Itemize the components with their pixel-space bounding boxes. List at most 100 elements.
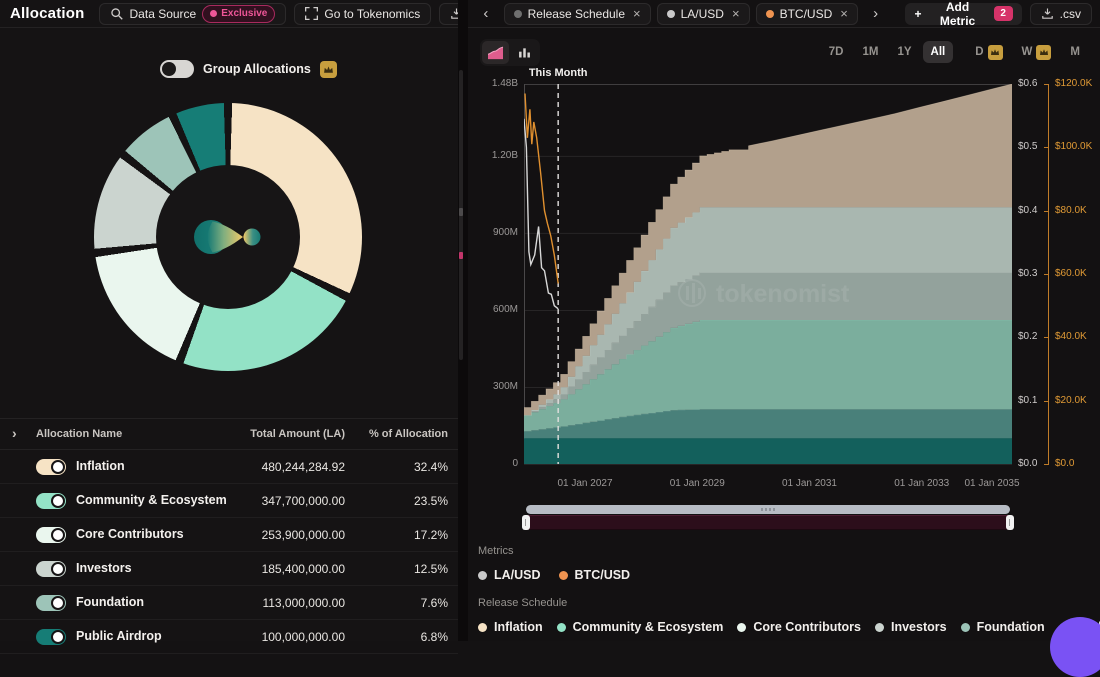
y-axis-tick: 1.48B: [468, 78, 518, 90]
interval-button-w[interactable]: W: [1014, 41, 1060, 63]
data-source-button[interactable]: Data Source Exclusive: [99, 3, 287, 25]
btc-axis-tick: $100.0K: [1055, 141, 1092, 153]
allocation-visibility-toggle[interactable]: [36, 527, 66, 543]
range-button-all[interactable]: All: [923, 41, 954, 63]
allocation-amount: 113,000,000.00: [262, 596, 345, 610]
line-la-usd: [524, 119, 558, 309]
allocation-name: Community & Ecosystem: [76, 493, 227, 507]
btc-axis-tick-mark: [1044, 147, 1049, 148]
interval-button-d[interactable]: D: [967, 41, 1010, 63]
allocation-visibility-toggle[interactable]: [36, 493, 66, 509]
crown-icon: [1036, 45, 1051, 60]
allocation-percent: 7.6%: [421, 596, 448, 610]
btc-axis-tick-mark: [1044, 401, 1049, 402]
y-axis-tick: 600M: [468, 304, 518, 316]
release-schedule-legend: Inflation Community & Ecosystem Core Con…: [478, 620, 1100, 634]
slider-handle-left[interactable]: [522, 515, 530, 530]
this-month-annotation: This Month: [508, 67, 608, 79]
interval-button-m[interactable]: M: [1062, 41, 1088, 63]
y-axis-tick: 1.20B: [468, 150, 518, 162]
legend-item-la-usd[interactable]: LA/USD: [478, 568, 541, 582]
release-schedule-chart[interactable]: tokenomist This Month 1.48B1.20B900M600M…: [468, 70, 1100, 500]
table-row-core-contributors[interactable]: Core Contributors 253,900,000.00 17.2%: [0, 518, 458, 552]
panel-divider[interactable]: [458, 0, 468, 641]
allocation-visibility-toggle[interactable]: [36, 629, 66, 645]
chart-type-group: [480, 39, 540, 66]
allocation-amount: 253,900,000.00: [262, 528, 345, 542]
metric-dot-icon: [514, 10, 522, 18]
tabs-scroll-left-button[interactable]: ‹: [476, 3, 496, 25]
expand-rows-icon[interactable]: ›: [12, 426, 17, 440]
time-range-slider[interactable]: [526, 505, 1010, 530]
range-button-1m[interactable]: 1M: [854, 41, 886, 63]
token-logo-icon: [186, 213, 270, 261]
tabs-scroll-right-button[interactable]: ›: [866, 3, 886, 25]
metric-dot-icon: [667, 10, 675, 18]
metric-tabs-bar: ‹ Release Schedule × LA/USD × BTC/USD × …: [468, 0, 1100, 28]
legend-dot-icon: [737, 623, 746, 632]
go-to-tokenomics-button[interactable]: Go to Tokenomics: [294, 3, 431, 25]
area-chart-icon: [487, 45, 504, 60]
x-axis-tick: 01 Jan 2035: [947, 478, 1037, 489]
chart-controls: 7D1M1YAll DWM: [468, 37, 1100, 67]
allocation-visibility-toggle[interactable]: [36, 561, 66, 577]
metrics-legend: LA/USD BTC/USD: [478, 568, 630, 582]
legend-item-investors[interactable]: Investors: [875, 620, 947, 634]
legend-item-btc-usd[interactable]: BTC/USD: [559, 568, 631, 582]
close-icon[interactable]: ×: [633, 6, 641, 21]
table-row-public-airdrop[interactable]: Public Airdrop 100,000,000.00 6.8%: [0, 620, 458, 654]
table-row-investors[interactable]: Investors 185,400,000.00 12.5%: [0, 552, 458, 586]
right-csv-button[interactable]: .csv: [1030, 3, 1092, 25]
btc-axis-tick: $0.0: [1055, 458, 1074, 470]
add-metric-count-badge: 2: [994, 6, 1013, 21]
allocation-visibility-toggle[interactable]: [36, 595, 66, 611]
allocation-amount: 100,000,000.00: [262, 630, 345, 644]
allocation-percent: 32.4%: [414, 460, 448, 474]
allocation-donut-chart[interactable]: [94, 103, 362, 371]
close-icon[interactable]: ×: [840, 6, 848, 21]
close-icon[interactable]: ×: [732, 6, 740, 21]
table-row-foundation[interactable]: Foundation 113,000,000.00 7.6%: [0, 586, 458, 620]
btc-axis-tick-mark: [1044, 84, 1049, 85]
table-row-community-ecosystem[interactable]: Community & Ecosystem 347,700,000.00 23.…: [0, 484, 458, 518]
allocation-visibility-toggle[interactable]: [36, 459, 66, 475]
metric-tab-release-schedule[interactable]: Release Schedule ×: [504, 3, 651, 25]
legend-item-inflation[interactable]: Inflation: [478, 620, 543, 634]
metric-tab-la-usd[interactable]: LA/USD ×: [657, 3, 750, 25]
plus-icon: +: [914, 7, 921, 21]
grip-icon: [761, 508, 775, 511]
x-axis-tick: 01 Jan 2027: [540, 478, 630, 489]
slider-handle-right[interactable]: [1006, 515, 1014, 530]
legend-item-foundation[interactable]: Foundation: [961, 620, 1045, 634]
btc-axis-tick-mark: [1044, 211, 1049, 212]
range-button-1y[interactable]: 1Y: [889, 41, 919, 63]
bar-chart-type-button[interactable]: [511, 41, 538, 64]
legend-item-community-ecosystem[interactable]: Community & Ecosystem: [557, 620, 724, 634]
legend-dot-icon: [478, 571, 487, 580]
allocation-panel: Allocation Data Source Exclusive Go to T…: [0, 0, 458, 641]
range-button-7d[interactable]: 7D: [821, 41, 852, 63]
chart-panel: ‹ Release Schedule × LA/USD × BTC/USD × …: [468, 0, 1100, 641]
allocation-percent: 17.2%: [414, 528, 448, 542]
x-axis-tick: 01 Jan 2031: [764, 478, 854, 489]
legend-dot-icon: [961, 623, 970, 632]
allocation-name: Core Contributors: [76, 527, 184, 541]
allocation-percent: 6.8%: [421, 630, 448, 644]
allocation-name: Foundation: [76, 595, 144, 609]
table-row-inflation[interactable]: Inflation 480,244,284.92 32.4%: [0, 450, 458, 484]
legend-dot-icon: [875, 623, 884, 632]
metric-tab-btc-usd[interactable]: BTC/USD ×: [756, 3, 858, 25]
legend-item-core-contributors[interactable]: Core Contributors: [737, 620, 861, 634]
group-allocations-toggle[interactable]: [160, 60, 194, 78]
crown-icon: [320, 61, 337, 78]
release-section-label: Release Schedule: [478, 597, 567, 609]
price-axis-tick: $0.5: [1018, 141, 1037, 153]
add-metric-button[interactable]: + Add Metric 2: [905, 3, 1021, 25]
chat-button[interactable]: [1050, 617, 1100, 677]
slider-minimap[interactable]: [526, 515, 1010, 530]
x-axis-tick: 01 Jan 2029: [652, 478, 742, 489]
allocation-name: Investors: [76, 561, 132, 575]
area-chart-type-button[interactable]: [482, 41, 509, 64]
btc-axis-tick: $120.0K: [1055, 78, 1092, 90]
slider-brush[interactable]: [526, 505, 1010, 514]
